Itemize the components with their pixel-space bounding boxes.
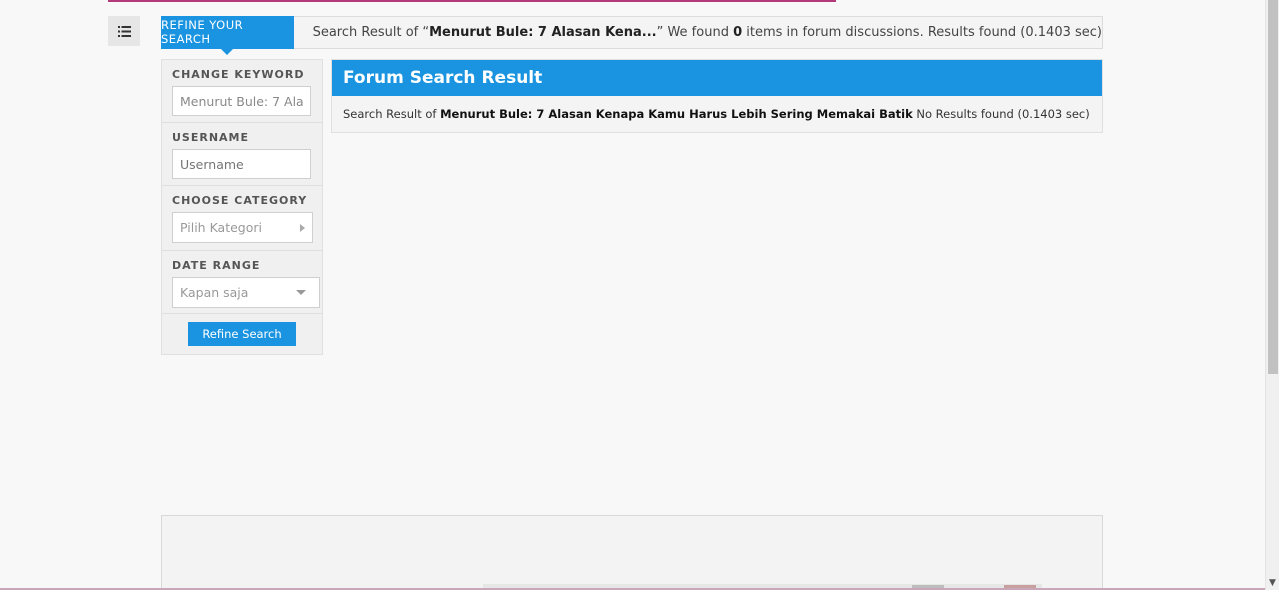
top-accent-line	[108, 0, 836, 2]
category-label: CHOOSE CATEGORY	[172, 194, 308, 207]
date-range-value: Kapan saja	[180, 285, 249, 300]
results-query: Menurut Bule: 7 Alasan Kenapa Kamu Harus…	[440, 107, 913, 121]
keyword-input[interactable]	[172, 86, 311, 116]
list-icon	[117, 25, 131, 37]
refine-search-button[interactable]: Refine Search	[188, 322, 296, 346]
date-range-section: DATE RANGE Kapan saja	[162, 251, 322, 314]
keyword-section: CHANGE KEYWORD	[162, 60, 322, 123]
username-input[interactable]	[172, 149, 311, 179]
refine-sidebar: CHANGE KEYWORD USERNAME CHOOSE CATEGORY …	[161, 59, 323, 355]
keyword-label: CHANGE KEYWORD	[172, 68, 305, 81]
date-range-select[interactable]: Kapan saja	[172, 277, 320, 308]
menu-toggle-button[interactable]	[108, 16, 140, 46]
chevron-right-icon	[300, 223, 305, 232]
summary-count: 0	[733, 25, 743, 40]
search-summary-bar: REFINE YOUR SEARCH Search Result of “Men…	[161, 15, 1103, 55]
username-label: USERNAME	[172, 131, 250, 144]
username-section: USERNAME	[162, 123, 322, 186]
results-status-line: Search Result of Menurut Bule: 7 Alasan …	[343, 107, 1090, 121]
bottom-content-box	[161, 515, 1103, 590]
caret-down-icon	[296, 290, 306, 295]
summary-query: Menurut Bule: 7 Alasan Kena...	[429, 25, 657, 40]
refine-search-tab[interactable]: REFINE YOUR SEARCH	[161, 15, 294, 55]
scrollbar-thumb[interactable]	[1268, 0, 1278, 374]
category-value: Pilih Kategori	[180, 220, 263, 235]
date-range-label: DATE RANGE	[172, 259, 261, 272]
search-summary-text: Search Result of “Menurut Bule: 7 Alasan…	[312, 25, 1102, 40]
category-section: CHOOSE CATEGORY Pilih Kategori	[162, 186, 322, 251]
results-title: Forum Search Result	[332, 60, 1102, 96]
vertical-scrollbar[interactable]: ▼	[1265, 0, 1279, 590]
forum-results-panel: Forum Search Result Search Result of Men…	[331, 59, 1103, 133]
category-select[interactable]: Pilih Kategori	[172, 212, 313, 243]
scroll-down-icon[interactable]: ▼	[1269, 578, 1276, 588]
refine-button-area: Refine Search	[162, 314, 322, 346]
